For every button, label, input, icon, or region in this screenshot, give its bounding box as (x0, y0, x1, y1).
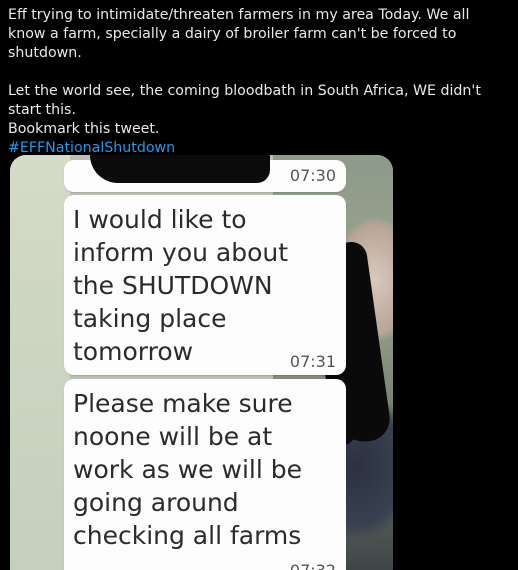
tweet-line-3: Bookmark this tweet. (8, 121, 160, 137)
message-time: 07:30 (289, 166, 336, 185)
tweet-line-2: Let the world see, the coming bloodbath … (8, 83, 481, 118)
chat-bubble: Please make sure noone will be at work a… (64, 379, 346, 570)
redaction-mark (90, 155, 270, 183)
message-time: 07:31 (289, 352, 336, 371)
tweet-text: Eff trying to intimidate/threaten farmer… (8, 6, 510, 158)
tweet-media-image[interactable]: 07:30 I would like to inform you about t… (10, 155, 393, 570)
chat-bubble: I would like to inform you about the SHU… (64, 195, 346, 375)
message-text: Please make sure noone will be at work a… (73, 389, 302, 550)
message-time: 07:32 (290, 561, 336, 570)
tweet-line-1: Eff trying to intimidate/threaten farmer… (8, 7, 470, 61)
hashtag-link[interactable]: #EFFNationalShutdown (8, 140, 175, 156)
message-text: I would like to inform you about the SHU… (73, 205, 289, 366)
chat-wallpaper (10, 155, 70, 570)
